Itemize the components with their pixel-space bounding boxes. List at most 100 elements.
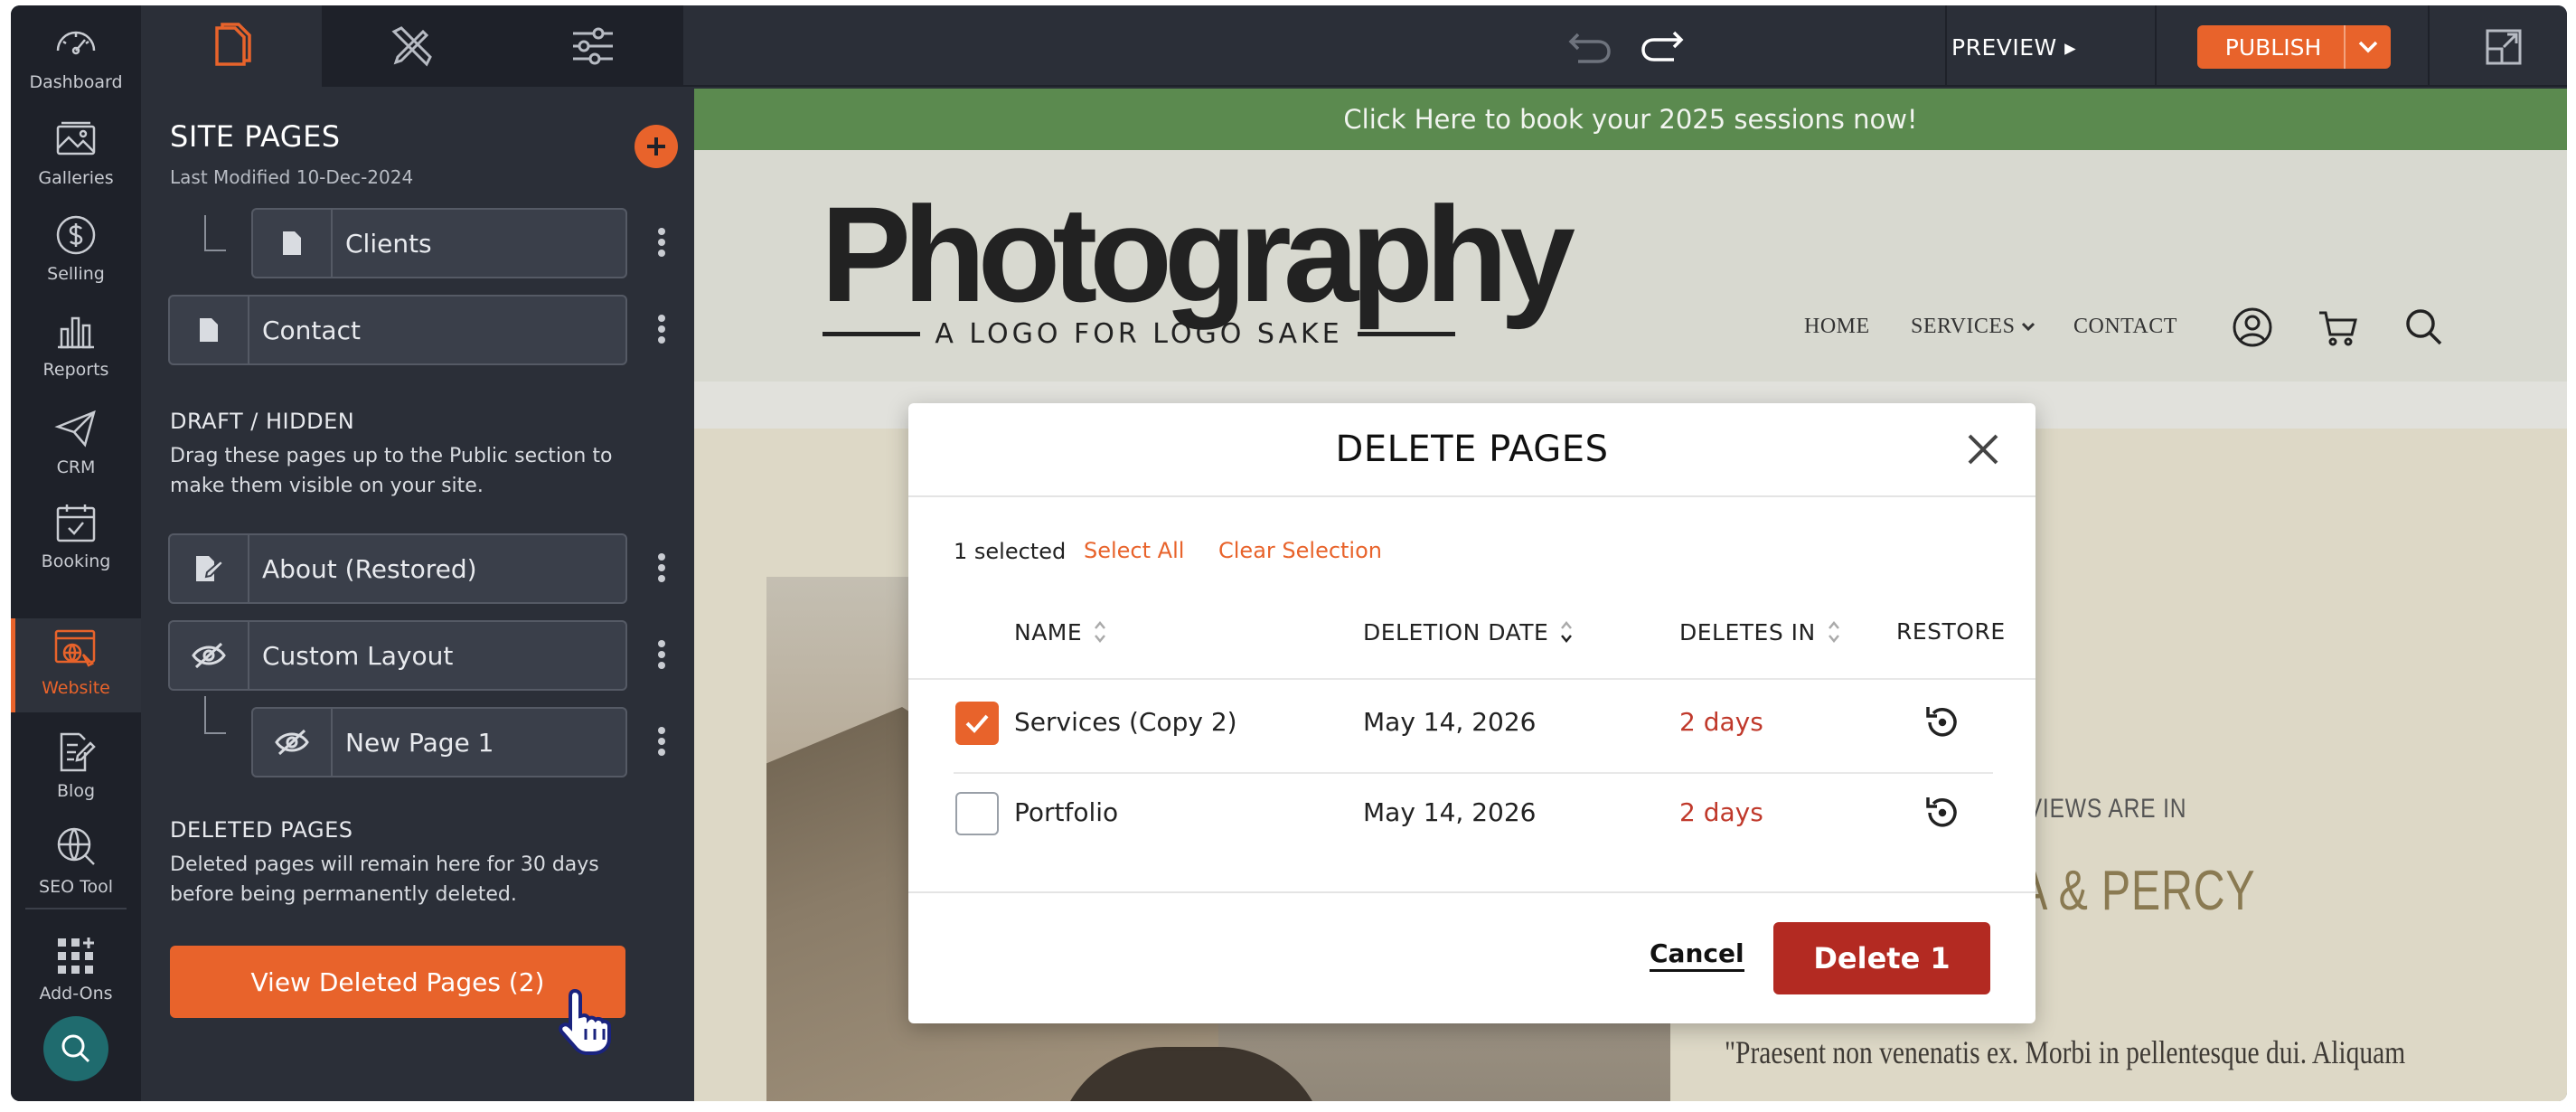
- undo-icon[interactable]: [1565, 25, 1616, 69]
- tree-connector: [204, 696, 226, 734]
- column-header-deletion-date[interactable]: DELETION DATE: [1363, 618, 1574, 646]
- chevron-down-icon: [2021, 322, 2035, 332]
- search-icon[interactable]: [2402, 306, 2446, 349]
- blog-edit-icon: [60, 732, 96, 772]
- rail-item-blog[interactable]: Blog: [11, 721, 141, 815]
- tab-settings[interactable]: [503, 5, 683, 87]
- draft-hidden-description: Drag these pages up to the Public sectio…: [170, 445, 613, 497]
- hidden-eye-icon: [275, 729, 309, 756]
- row-checkbox-unchecked[interactable]: [955, 792, 999, 835]
- table-row-divider: [954, 772, 1993, 774]
- design-tools-icon: [391, 26, 432, 67]
- page-row-custom-layout[interactable]: Custom Layout: [168, 620, 627, 691]
- deleted-pages-description: Deleted pages will remain here for 30 da…: [170, 853, 599, 906]
- top-toolbar: PREVIEW ▸ PUBLISH: [141, 5, 2567, 87]
- cart-icon[interactable]: [2316, 306, 2359, 349]
- rail-item-reports[interactable]: Reports: [11, 300, 141, 394]
- clear-selection-link[interactable]: Clear Selection: [1218, 538, 1382, 563]
- site-nav-contact[interactable]: CONTACT: [2073, 315, 2177, 339]
- reviews-quote: "Praesent non venenatis ex. Morbi in pel…: [1725, 1034, 2406, 1070]
- delete-pages-modal: DELETE PAGES 1 selected Select All Clear…: [908, 403, 2035, 1023]
- page-name: Custom Layout: [262, 640, 454, 671]
- page-row-about-restored[interactable]: About (Restored): [168, 533, 627, 604]
- row-deletion-date: May 14, 2026: [1363, 707, 1537, 737]
- modal-footer-divider: [908, 891, 2035, 893]
- website-globe-icon: [54, 629, 96, 667]
- calendar-icon: [56, 504, 96, 542]
- close-icon[interactable]: [1962, 429, 2004, 470]
- row-page-name: Portfolio: [1014, 797, 1119, 827]
- publish-button[interactable]: PUBLISH: [2197, 25, 2391, 69]
- site-logo-text[interactable]: Photography: [821, 186, 1575, 322]
- account-icon[interactable]: [2231, 306, 2274, 349]
- page-menu-button[interactable]: [653, 550, 671, 586]
- site-nav-services[interactable]: SERVICES: [1911, 315, 2035, 339]
- page-name: New Page 1: [345, 727, 494, 758]
- rail-item-crm[interactable]: CRM: [11, 398, 141, 492]
- toolbar-divider: [2155, 5, 2157, 87]
- page-menu-button[interactable]: [653, 636, 671, 673]
- toolbar-divider: [2428, 5, 2430, 87]
- delete-button-label: Delete 1: [1813, 941, 1951, 975]
- page-row-new-page-1[interactable]: New Page 1: [251, 707, 627, 777]
- tree-connector: [204, 215, 226, 251]
- page-menu-button[interactable]: [653, 311, 671, 347]
- column-header-name[interactable]: NAME: [1014, 618, 1107, 646]
- redo-icon[interactable]: [1636, 24, 1687, 67]
- rail-label: SEO Tool: [39, 877, 113, 897]
- pages-copy-icon: [215, 23, 251, 66]
- help-search-button[interactable]: [43, 1016, 108, 1081]
- rail-label: Booking: [41, 551, 111, 571]
- rail-item-website[interactable]: Website: [11, 618, 141, 712]
- page-name: Clients: [345, 228, 432, 259]
- preview-button[interactable]: PREVIEW ▸: [1951, 29, 2076, 65]
- rail-label: Blog: [57, 781, 95, 801]
- add-page-button[interactable]: [635, 125, 678, 168]
- row-deletes-in: 2 days: [1679, 797, 1763, 827]
- modal-title: DELETE PAGES: [1335, 429, 1609, 470]
- select-all-link[interactable]: Select All: [1084, 538, 1184, 563]
- column-header-label: NAME: [1014, 618, 1083, 646]
- row-checkbox-checked[interactable]: [955, 702, 999, 745]
- page-name: About (Restored): [262, 553, 477, 584]
- page-row-clients[interactable]: Clients: [251, 208, 627, 278]
- promo-banner-text: Click Here to book your 2025 sessions no…: [1343, 104, 1918, 135]
- rail-label: Add-Ons: [39, 984, 113, 1004]
- rail-item-booking[interactable]: Booking: [11, 492, 141, 586]
- sort-icon: [1095, 621, 1106, 643]
- publish-dropdown[interactable]: [2344, 25, 2391, 69]
- column-header-deletes-in[interactable]: DELETES IN: [1679, 618, 1841, 646]
- rail-item-add-ons[interactable]: Add-Ons: [11, 924, 141, 1018]
- rail-label: Website: [42, 678, 110, 698]
- restore-icon[interactable]: [1921, 792, 1962, 834]
- draft-page-edit-icon: [196, 556, 224, 581]
- last-modified-text: Last Modified 10-Dec-2024: [170, 166, 414, 188]
- rail-item-seo-tool[interactable]: SEO Tool: [11, 817, 141, 911]
- page-icon: [200, 318, 218, 342]
- tab-design[interactable]: [322, 5, 503, 87]
- addons-grid-icon: [58, 938, 94, 974]
- page-icon-cell: [170, 535, 249, 602]
- delete-button[interactable]: Delete 1: [1773, 922, 1990, 994]
- panel-title: SITE PAGES: [170, 119, 341, 154]
- hidden-eye-icon: [192, 642, 226, 669]
- page-menu-button[interactable]: [653, 723, 671, 759]
- cancel-button[interactable]: Cancel: [1650, 938, 1744, 972]
- pointer-hand-cursor-icon: [559, 988, 611, 1055]
- rail-item-galleries[interactable]: Galleries: [11, 108, 141, 203]
- tab-pages[interactable]: [141, 5, 322, 87]
- draft-hidden-heading: DRAFT / HIDDEN: [170, 409, 355, 434]
- bar-chart-icon: [58, 316, 94, 349]
- column-header-label: RESTORE: [1896, 618, 2006, 645]
- preview-label: PREVIEW ▸: [1951, 33, 2077, 61]
- promo-banner[interactable]: Click Here to book your 2025 sessions no…: [694, 89, 2567, 150]
- row-deletion-date: May 14, 2026: [1363, 797, 1537, 827]
- expand-window-icon[interactable]: [2484, 27, 2524, 67]
- dollar-icon: [56, 215, 96, 255]
- rail-item-selling[interactable]: Selling: [11, 204, 141, 298]
- page-row-contact[interactable]: Contact: [168, 295, 627, 365]
- restore-icon[interactable]: [1921, 702, 1962, 743]
- rail-item-dashboard[interactable]: Dashboard: [11, 13, 141, 107]
- page-menu-button[interactable]: [653, 224, 671, 260]
- site-nav-home[interactable]: HOME: [1804, 315, 1870, 339]
